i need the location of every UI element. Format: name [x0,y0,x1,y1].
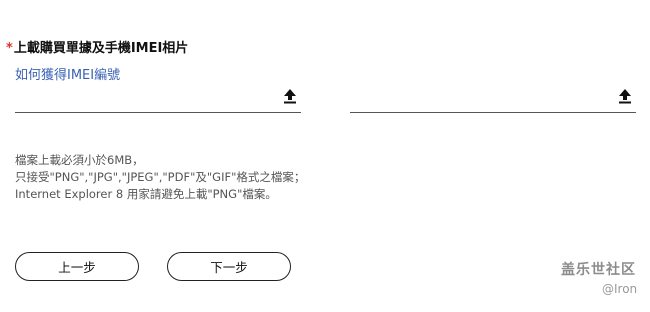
imei-help-link[interactable]: 如何獲得IMEI編號 [15,64,120,83]
note-file-size: 檔案上載必須小於6MB， [15,153,144,167]
upload-field-receipt[interactable] [15,84,301,113]
upload-notes: 檔案上載必須小於6MB， 只接受"PNG","JPG","JPEG","PDF"… [15,152,305,203]
upload-arrow-icon[interactable] [618,88,632,104]
next-step-button[interactable]: 下一步 [167,252,291,281]
upload-field-imei-photo[interactable] [350,84,636,113]
watermark-user: @Iron [602,282,638,296]
upload-title-text: 上載購買單據及手機IMEI相片 [13,41,189,56]
previous-step-button[interactable]: 上一步 [15,252,139,281]
upload-arrow-icon[interactable] [283,88,297,104]
required-asterisk: * [6,41,13,56]
upload-section-title: *上載購買單據及手機IMEI相片 [6,37,188,56]
note-ie8-warning: Internet Explorer 8 用家請避免上載"PNG"檔案。 [15,187,277,201]
note-file-formats: 只接受"PNG","JPG","JPEG","PDF"及"GIF"格式之檔案； [15,170,306,184]
watermark-brand: 盖乐世社区 [561,262,636,278]
